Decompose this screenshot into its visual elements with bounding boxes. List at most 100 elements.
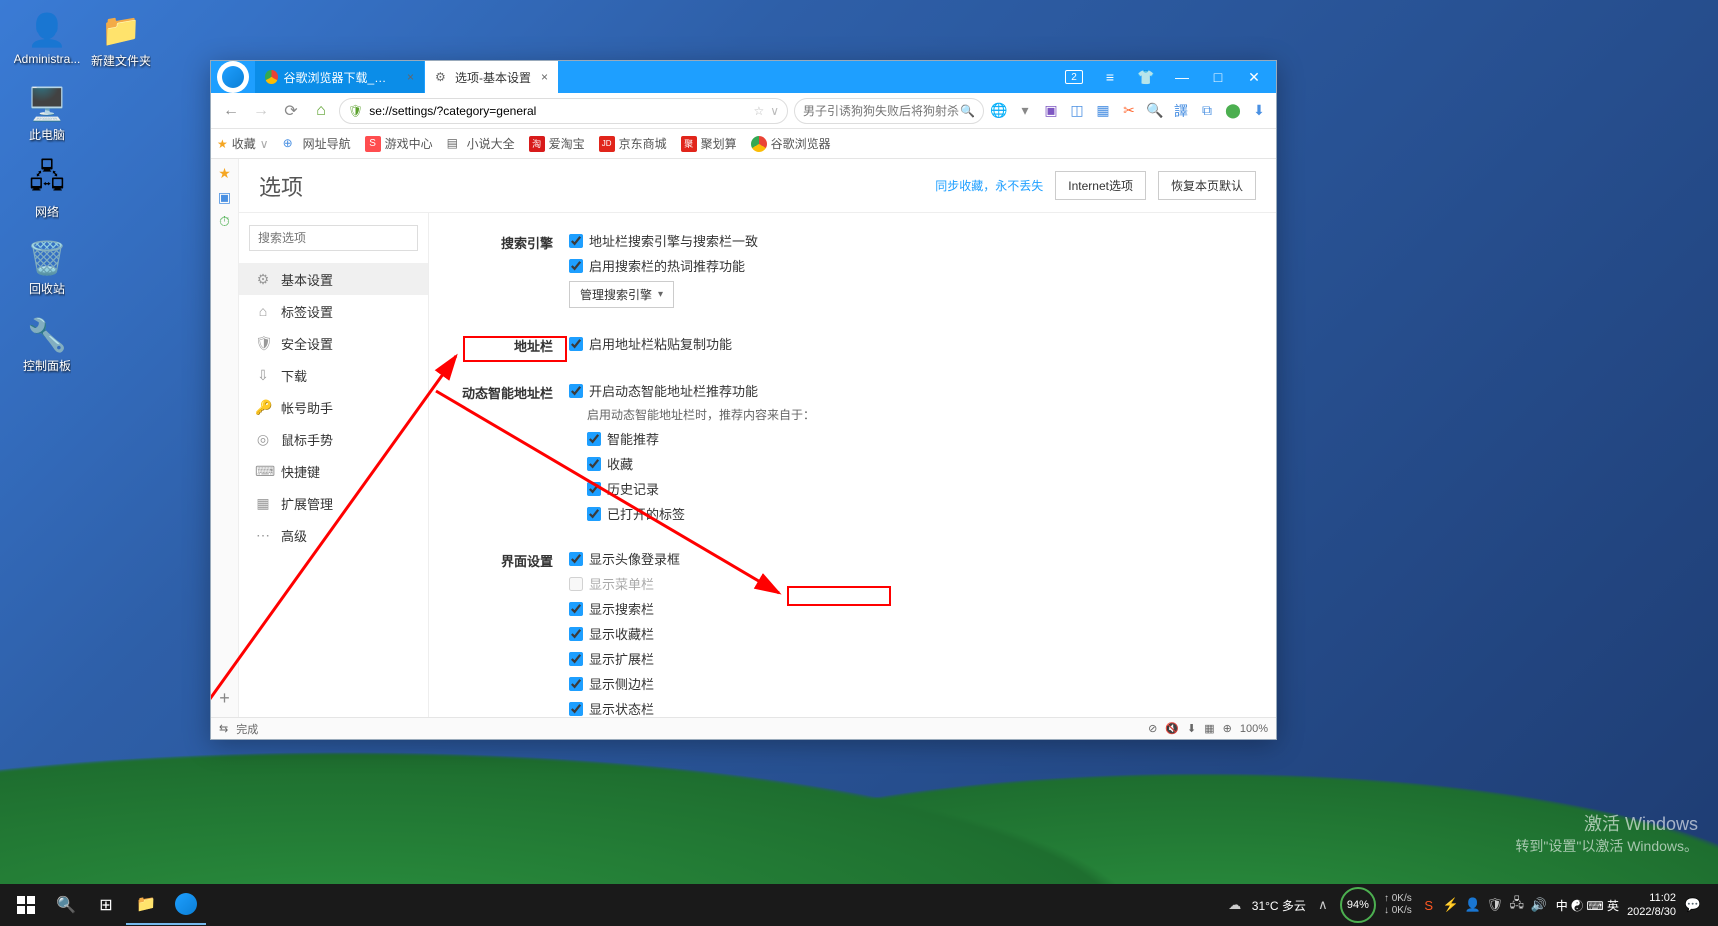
rail-add-icon[interactable]: + <box>219 688 230 709</box>
nav-item-security[interactable]: 🛡安全设置 <box>239 327 428 359</box>
close-icon[interactable]: ✕ <box>1242 65 1266 89</box>
minimize-icon[interactable]: — <box>1170 65 1194 89</box>
menu-icon[interactable]: ≡ <box>1098 65 1122 89</box>
favorite-star-icon[interactable]: ☆ <box>753 104 764 118</box>
taskbar-browser[interactable] <box>166 885 206 925</box>
check-favbar[interactable]: 显示收藏栏 <box>569 624 1246 643</box>
rail-clock-icon[interactable]: ⏱ <box>217 213 233 229</box>
dropdown-icon[interactable]: ∨ <box>770 104 779 118</box>
nav-item-advanced[interactable]: ⋯高级 <box>239 519 428 551</box>
nav-item-account[interactable]: 🔑帐号助手 <box>239 391 428 423</box>
rail-panel-icon[interactable]: ▣ <box>217 189 233 205</box>
translate-icon[interactable]: 譯 <box>1172 102 1190 120</box>
desktop-icon-administrator[interactable]: 👤Administra... <box>10 10 84 66</box>
weather-text[interactable]: 31°C 多云 <box>1252 897 1306 914</box>
address-bar[interactable]: 🛡 ☆ ∨ <box>339 98 788 124</box>
record-icon[interactable]: ⬤ <box>1224 102 1242 120</box>
nav-item-download[interactable]: ⇩下载 <box>239 359 428 391</box>
desktop-icon-control-panel[interactable]: 🔧控制面板 <box>10 315 84 374</box>
download-icon[interactable]: ⬇ <box>1250 102 1268 120</box>
tab-settings[interactable]: ⚙ 选项-基本设置 × <box>425 61 559 93</box>
back-icon[interactable]: ← <box>219 99 243 123</box>
window-icon[interactable]: ⧉ <box>1198 102 1216 120</box>
start-button[interactable] <box>6 885 46 925</box>
mute-icon[interactable]: 🔇 <box>1165 722 1179 735</box>
skin-icon[interactable]: 👕 <box>1134 65 1158 89</box>
square-icon[interactable]: ▣ <box>1042 102 1060 120</box>
check-hotword[interactable]: 启用搜索栏的热词推荐功能 <box>569 256 1246 275</box>
bookmark-jd[interactable]: JD京东商城 <box>599 135 667 152</box>
grid-icon[interactable]: ▦ <box>1094 102 1112 120</box>
titlebar-badge[interactable]: 2 <box>1062 65 1086 89</box>
popup-icon[interactable]: ◫ <box>1068 102 1086 120</box>
tray-app2-icon[interactable]: ⚡ <box>1442 896 1460 914</box>
taskbar-explorer[interactable]: 📁 <box>126 885 166 925</box>
tab-close-icon[interactable]: × <box>407 70 414 84</box>
check-smart-addr[interactable]: 开启动态智能地址栏推荐功能 <box>569 381 1246 400</box>
desktop-icon-recycle-bin[interactable]: 🗑️回收站 <box>10 238 84 297</box>
nav-item-shortcut[interactable]: ⌨快捷键 <box>239 455 428 487</box>
arrows-icon[interactable]: ⇆ <box>219 722 228 735</box>
sb-grid-icon[interactable]: ▦ <box>1204 722 1214 735</box>
check-extbar[interactable]: 显示扩展栏 <box>569 649 1246 668</box>
clock[interactable]: 11:02 2022/8/30 <box>1627 891 1676 920</box>
globe-icon[interactable]: 🌐 <box>990 102 1008 120</box>
check-smart-tabs[interactable]: 已打开的标签 <box>587 504 1246 523</box>
ime-indicator[interactable]: ㆗ ☯ ⌨ 英 <box>1556 897 1619 914</box>
forward-icon[interactable]: → <box>249 99 273 123</box>
tray-shield-icon[interactable]: 🛡 <box>1486 896 1504 914</box>
bookmark-favorites[interactable]: ★收藏∨ <box>217 135 269 152</box>
bookmark-novels[interactable]: ▤小说大全 <box>447 135 515 152</box>
task-view-icon[interactable]: ⊞ <box>86 885 126 925</box>
tray-user-icon[interactable]: 👤 <box>1464 896 1482 914</box>
check-smart-history[interactable]: 历史记录 <box>587 479 1246 498</box>
check-menubar[interactable]: 显示菜单栏 <box>569 574 1246 593</box>
tab-close-icon[interactable]: × <box>541 70 548 84</box>
check-statusbar[interactable]: 显示状态栏 <box>569 699 1246 717</box>
check-sidebar[interactable]: 显示侧边栏 <box>569 674 1246 693</box>
zoom-icon[interactable]: ⊕ <box>1223 722 1232 735</box>
tray-net-icon[interactable]: 🖧 <box>1508 896 1526 914</box>
desktop-icon-new-folder[interactable]: 📁新建文件夹 <box>84 10 158 69</box>
internet-options-button[interactable]: Internet选项 <box>1055 171 1146 200</box>
bookmark-nav[interactable]: ⊕网址导航 <box>283 135 351 152</box>
notification-icon[interactable]: 💬 <box>1684 896 1702 914</box>
url-input[interactable] <box>369 104 747 118</box>
search2-icon[interactable]: 🔍 <box>1146 102 1164 120</box>
nav-item-tabs[interactable]: ⌂标签设置 <box>239 295 428 327</box>
search-box[interactable]: 🔍 <box>794 98 984 124</box>
check-searchbar[interactable]: 显示搜索栏 <box>569 599 1246 618</box>
chevron-down-icon[interactable]: ▾ <box>1016 102 1034 120</box>
sb-download-icon[interactable]: ⬇ <box>1187 722 1196 735</box>
tray-up-icon[interactable]: ∧ <box>1314 896 1332 914</box>
manage-search-engine-button[interactable]: 管理搜索引擎▾ <box>569 281 674 308</box>
bookmark-chrome[interactable]: 谷歌浏览器 <box>751 135 831 152</box>
battery-indicator[interactable]: 94% <box>1340 887 1376 923</box>
nav-item-extensions[interactable]: ▦扩展管理 <box>239 487 428 519</box>
check-avatar-login[interactable]: 显示头像登录框 <box>569 549 1246 568</box>
check-smart-fav[interactable]: 收藏 <box>587 454 1246 473</box>
tab-chrome-download[interactable]: 谷歌浏览器下载_浏览器 × <box>255 61 425 93</box>
network-speed[interactable]: ↑ 0K/s ↓ 0K/s <box>1384 893 1412 917</box>
scissors-icon[interactable]: ✂ <box>1120 102 1138 120</box>
bookmark-juhuasuan[interactable]: 聚聚划算 <box>681 135 737 152</box>
home-icon[interactable]: ⌂ <box>309 99 333 123</box>
taskbar-search-icon[interactable]: 🔍 <box>46 885 86 925</box>
sync-link[interactable]: 同步收藏，永不丢失 <box>935 177 1043 194</box>
reload-icon[interactable]: ⟳ <box>279 99 303 123</box>
check-addrbar-same[interactable]: 地址栏搜索引擎与搜索栏一致 <box>569 231 1246 250</box>
tray-app1-icon[interactable]: S <box>1420 896 1438 914</box>
bookmark-aitaobao[interactable]: 淘爱淘宝 <box>529 135 585 152</box>
check-smart-recommend[interactable]: 智能推荐 <box>587 429 1246 448</box>
desktop-icon-this-pc[interactable]: 🖥️此电脑 <box>10 84 84 143</box>
nav-search-input[interactable] <box>249 225 418 251</box>
desktop-icon-network[interactable]: 🖧网络 <box>10 161 84 220</box>
rail-star-icon[interactable]: ★ <box>217 165 233 181</box>
adblock-icon[interactable]: ⊘ <box>1148 722 1157 735</box>
bookmark-games[interactable]: S游戏中心 <box>365 135 433 152</box>
maximize-icon[interactable]: □ <box>1206 65 1230 89</box>
check-paste-copy[interactable]: 启用地址栏粘贴复制功能 <box>569 334 1246 353</box>
weather-icon[interactable]: ☁ <box>1226 896 1244 914</box>
nav-item-gesture[interactable]: ◎鼠标手势 <box>239 423 428 455</box>
nav-item-basic[interactable]: ⚙基本设置 <box>239 263 428 295</box>
